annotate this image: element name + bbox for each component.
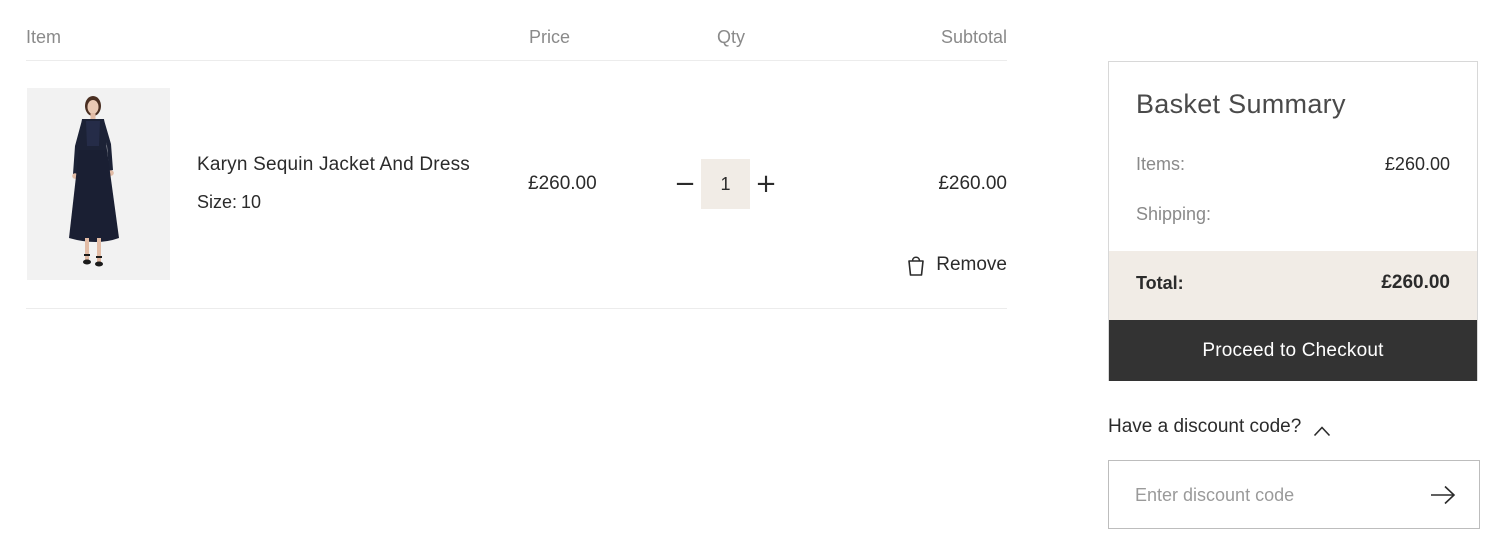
summary-items-value: £260.00: [1384, 154, 1450, 174]
qty-value[interactable]: 1: [701, 159, 750, 209]
column-header-qty: Qty: [717, 27, 746, 47]
summary-shipping-line: Shipping:: [1136, 204, 1450, 225]
item-price: £260.00: [528, 173, 597, 194]
remove-label: Remove: [936, 254, 1007, 275]
basket-summary: Basket Summary Items: £260.00 Shipping: …: [1108, 61, 1478, 381]
summary-items-line: Items: £260.00: [1136, 154, 1450, 175]
size-value: 10: [241, 192, 262, 212]
shopping-bag-icon: [906, 253, 926, 277]
summary-total-bar: Total: £260.00: [1109, 251, 1477, 320]
quantity-stepper: − 1 +: [670, 159, 781, 209]
basket-item-row: Karyn Sequin Jacket And Dress Size: 10 £2…: [26, 61, 1007, 309]
summary-total-value: £260.00: [1381, 272, 1450, 293]
product-name[interactable]: Karyn Sequin Jacket And Dress: [197, 154, 470, 176]
discount-toggle-label: Have a discount code?: [1108, 416, 1302, 437]
chevron-up-icon: [1313, 421, 1331, 437]
product-size: Size: 10: [197, 192, 261, 213]
column-header-item: Item: [26, 27, 62, 47]
summary-title: Basket Summary: [1136, 89, 1346, 119]
summary-total-label: Total:: [1136, 273, 1184, 293]
size-label: Size:: [197, 192, 238, 212]
summary-items-label: Items:: [1136, 154, 1186, 174]
item-subtotal: £260.00: [938, 173, 1007, 194]
basket-table: Item Price Qty Subtotal Karyn Sequin Jac…: [26, 0, 1007, 309]
qty-decrease-button[interactable]: −: [670, 159, 700, 209]
remove-item-button[interactable]: Remove: [906, 253, 1007, 277]
product-image[interactable]: [27, 88, 170, 280]
discount-code-toggle[interactable]: Have a discount code?: [1108, 416, 1331, 438]
summary-shipping-label: Shipping:: [1136, 204, 1212, 224]
discount-code-input[interactable]: [1133, 461, 1417, 530]
column-header-price: Price: [529, 27, 571, 47]
qty-increase-button[interactable]: +: [751, 159, 781, 209]
basket-column-headers: Item Price Qty Subtotal: [26, 0, 1007, 61]
discount-code-form: [1108, 460, 1480, 530]
arrow-right-icon[interactable]: [1429, 483, 1457, 507]
column-header-subtotal: Subtotal: [940, 27, 1007, 47]
proceed-to-checkout-button[interactable]: Proceed to Checkout: [1109, 320, 1477, 381]
